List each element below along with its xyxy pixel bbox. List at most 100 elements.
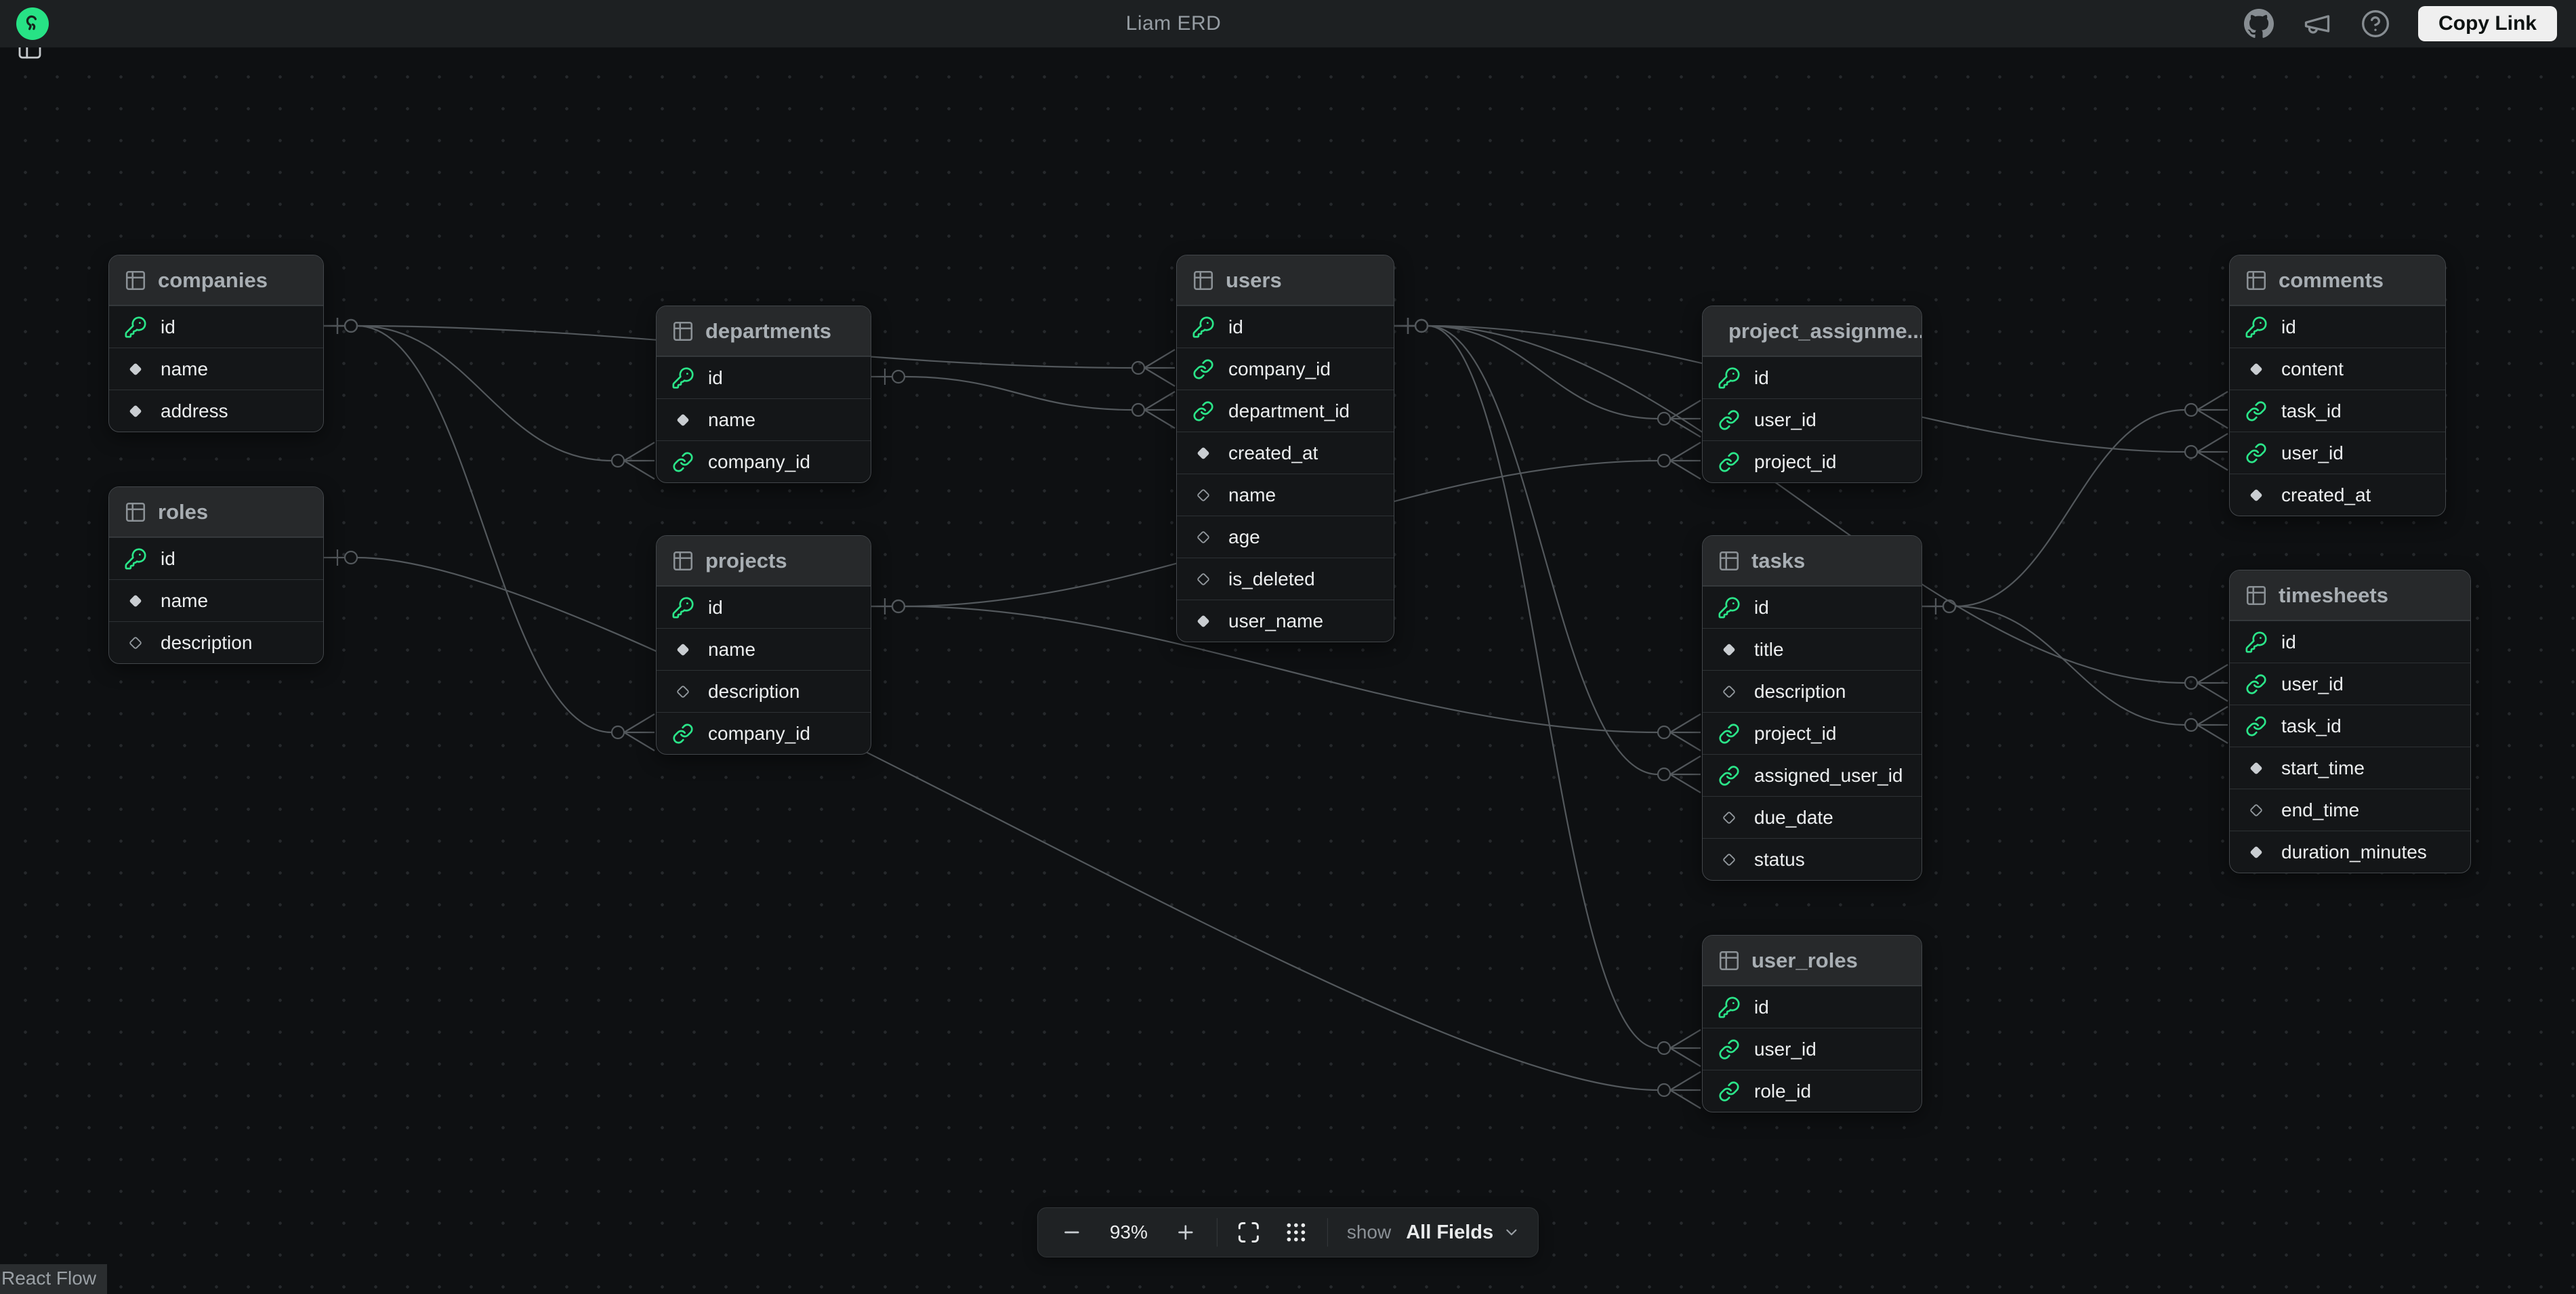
column-row-comments-id[interactable]: id	[2230, 306, 2445, 348]
github-icon	[2244, 9, 2274, 39]
cardinality-zero-circle	[1658, 768, 1670, 780]
column-row-projects-id[interactable]: id	[657, 586, 871, 628]
erd-table-users[interactable]: users idcompany_iddepartment_idcreated_at…	[1176, 255, 1394, 642]
column-name: description	[161, 632, 252, 654]
column-row-users-user_name[interactable]: user_name	[1177, 600, 1394, 642]
foreign-key-icon	[1718, 765, 1740, 787]
column-row-tasks-project_id[interactable]: project_id	[1703, 712, 1921, 754]
column-row-projects-name[interactable]: name	[657, 628, 871, 670]
column-row-project_assignments-project_id[interactable]: project_id	[1703, 440, 1921, 482]
column-name: age	[1228, 526, 1260, 548]
table-header-timesheets[interactable]: timesheets	[2230, 570, 2470, 621]
column-row-comments-task_id[interactable]: task_id	[2230, 390, 2445, 432]
column-row-tasks-due_date[interactable]: due_date	[1703, 796, 1921, 838]
column-row-departments-id[interactable]: id	[657, 356, 871, 398]
column-row-comments-created_at[interactable]: created_at	[2230, 474, 2445, 516]
table-name: users	[1226, 268, 1282, 293]
table-header-projects[interactable]: projects	[657, 536, 871, 586]
erd-table-user_roles[interactable]: user_rolesiduser_idrole_id	[1702, 935, 1922, 1112]
column-row-users-id[interactable]: id	[1177, 306, 1394, 348]
nullable-icon	[2247, 801, 2266, 820]
table-header-user_roles[interactable]: user_roles	[1703, 936, 1921, 986]
crows-foot-many-marker	[2197, 665, 2228, 701]
help-button[interactable]	[2360, 8, 2391, 39]
column-row-user_roles-user_id[interactable]: user_id	[1703, 1028, 1921, 1070]
column-row-timesheets-id[interactable]: id	[2230, 621, 2470, 663]
column-row-users-name[interactable]: name	[1177, 474, 1394, 516]
erd-table-projects[interactable]: projects id namedescriptioncompany_id	[656, 535, 871, 755]
column-row-departments-company_id[interactable]: company_id	[657, 440, 871, 482]
column-row-users-is_deleted[interactable]: is_deleted	[1177, 558, 1394, 600]
table-header-companies[interactable]: companies	[109, 255, 323, 306]
table-header-comments[interactable]: comments	[2230, 255, 2445, 306]
copy-link-button[interactable]: Copy Link	[2418, 6, 2557, 41]
tidy-up-button[interactable]	[1280, 1216, 1312, 1249]
column-row-users-company_id[interactable]: company_id	[1177, 348, 1394, 390]
column-row-user_roles-role_id[interactable]: role_id	[1703, 1070, 1921, 1112]
column-row-timesheets-user_id[interactable]: user_id	[2230, 663, 2470, 705]
column-row-projects-description[interactable]: description	[657, 670, 871, 712]
not-null-icon	[2247, 843, 2266, 862]
announcements-button[interactable]	[2302, 8, 2333, 39]
erd-table-tasks[interactable]: tasks id titledescriptionproject_idassigne…	[1702, 535, 1922, 881]
column-row-timesheets-duration_minutes[interactable]: duration_minutes	[2230, 831, 2470, 873]
column-row-users-age[interactable]: age	[1177, 516, 1394, 558]
column-row-companies-id[interactable]: id	[109, 306, 323, 348]
column-row-users-created_at[interactable]: created_at	[1177, 432, 1394, 474]
erd-table-timesheets[interactable]: timesheets id user_idtask_idstart_timeend_…	[2229, 570, 2471, 873]
fit-view-button[interactable]	[1232, 1216, 1265, 1249]
plus-icon	[1175, 1222, 1197, 1243]
column-row-tasks-description[interactable]: description	[1703, 670, 1921, 712]
column-name: is_deleted	[1228, 568, 1315, 590]
toolbar-divider	[1217, 1218, 1218, 1247]
foreign-key-icon	[2245, 400, 2267, 422]
relationship-edge-departments.id-to-users.department_id	[871, 369, 1175, 428]
column-name: user_name	[1228, 610, 1323, 632]
column-row-tasks-title[interactable]: title	[1703, 628, 1921, 670]
liam-logo[interactable]	[16, 7, 49, 40]
column-row-companies-name[interactable]: name	[109, 348, 323, 390]
column-row-comments-user_id[interactable]: user_id	[2230, 432, 2445, 474]
zoom-in-button[interactable]	[1169, 1216, 1202, 1249]
erd-canvas[interactable]: companiesidnameaddressrolesidnamedescrip…	[0, 47, 2576, 1294]
crows-foot-many-marker	[1670, 756, 1701, 793]
not-null-icon	[1720, 640, 1739, 659]
column-row-timesheets-end_time[interactable]: end_time	[2230, 789, 2470, 831]
table-header-tasks[interactable]: tasks	[1703, 536, 1921, 586]
column-name: id	[2281, 631, 2296, 653]
erd-table-companies[interactable]: companiesidnameaddress	[108, 255, 324, 432]
column-row-timesheets-task_id[interactable]: task_id	[2230, 705, 2470, 747]
column-row-comments-content[interactable]: content	[2230, 348, 2445, 390]
column-row-departments-name[interactable]: name	[657, 398, 871, 440]
column-row-projects-company_id[interactable]: company_id	[657, 712, 871, 754]
table-header-departments[interactable]: departments	[657, 306, 871, 356]
zoom-out-button[interactable]	[1056, 1216, 1088, 1249]
cardinality-zero-circle	[1943, 600, 1955, 612]
fields-filter-dropdown[interactable]: All Fields	[1406, 1222, 1520, 1244]
erd-table-project_assignments[interactable]: project_assignme...iduser_idproject_id	[1702, 306, 1922, 483]
column-row-companies-address[interactable]: address	[109, 390, 323, 432]
column-row-users-department_id[interactable]: department_id	[1177, 390, 1394, 432]
column-row-roles-id[interactable]: id	[109, 537, 323, 579]
column-row-roles-description[interactable]: description	[109, 621, 323, 663]
table-header-users[interactable]: users	[1177, 255, 1394, 306]
table-header-roles[interactable]: roles	[109, 487, 323, 537]
column-row-tasks-id[interactable]: id	[1703, 586, 1921, 628]
erd-table-roles[interactable]: rolesidname description	[108, 486, 324, 664]
column-row-timesheets-start_time[interactable]: start_time	[2230, 747, 2470, 789]
column-name: due_date	[1754, 807, 1833, 829]
erd-table-departments[interactable]: departmentsidnamecompany_id	[656, 306, 871, 483]
erd-table-comments[interactable]: commentsidcontenttask_iduser_idcreated_a…	[2229, 255, 2446, 516]
column-row-tasks-assigned_user_id[interactable]: assigned_user_id	[1703, 754, 1921, 796]
table-icon	[1192, 269, 1215, 292]
column-name: id	[1754, 597, 1769, 619]
column-row-tasks-status[interactable]: status	[1703, 838, 1921, 880]
column-row-project_assignments-id[interactable]: id	[1703, 356, 1921, 398]
react-flow-attribution[interactable]: React Flow	[0, 1264, 107, 1294]
column-row-user_roles-id[interactable]: id	[1703, 986, 1921, 1028]
github-button[interactable]	[2243, 8, 2274, 39]
column-row-project_assignments-user_id[interactable]: user_id	[1703, 398, 1921, 440]
column-row-roles-name[interactable]: name	[109, 579, 323, 621]
table-header-project_assignments[interactable]: project_assignme...	[1703, 306, 1921, 356]
column-name: id	[708, 597, 723, 619]
